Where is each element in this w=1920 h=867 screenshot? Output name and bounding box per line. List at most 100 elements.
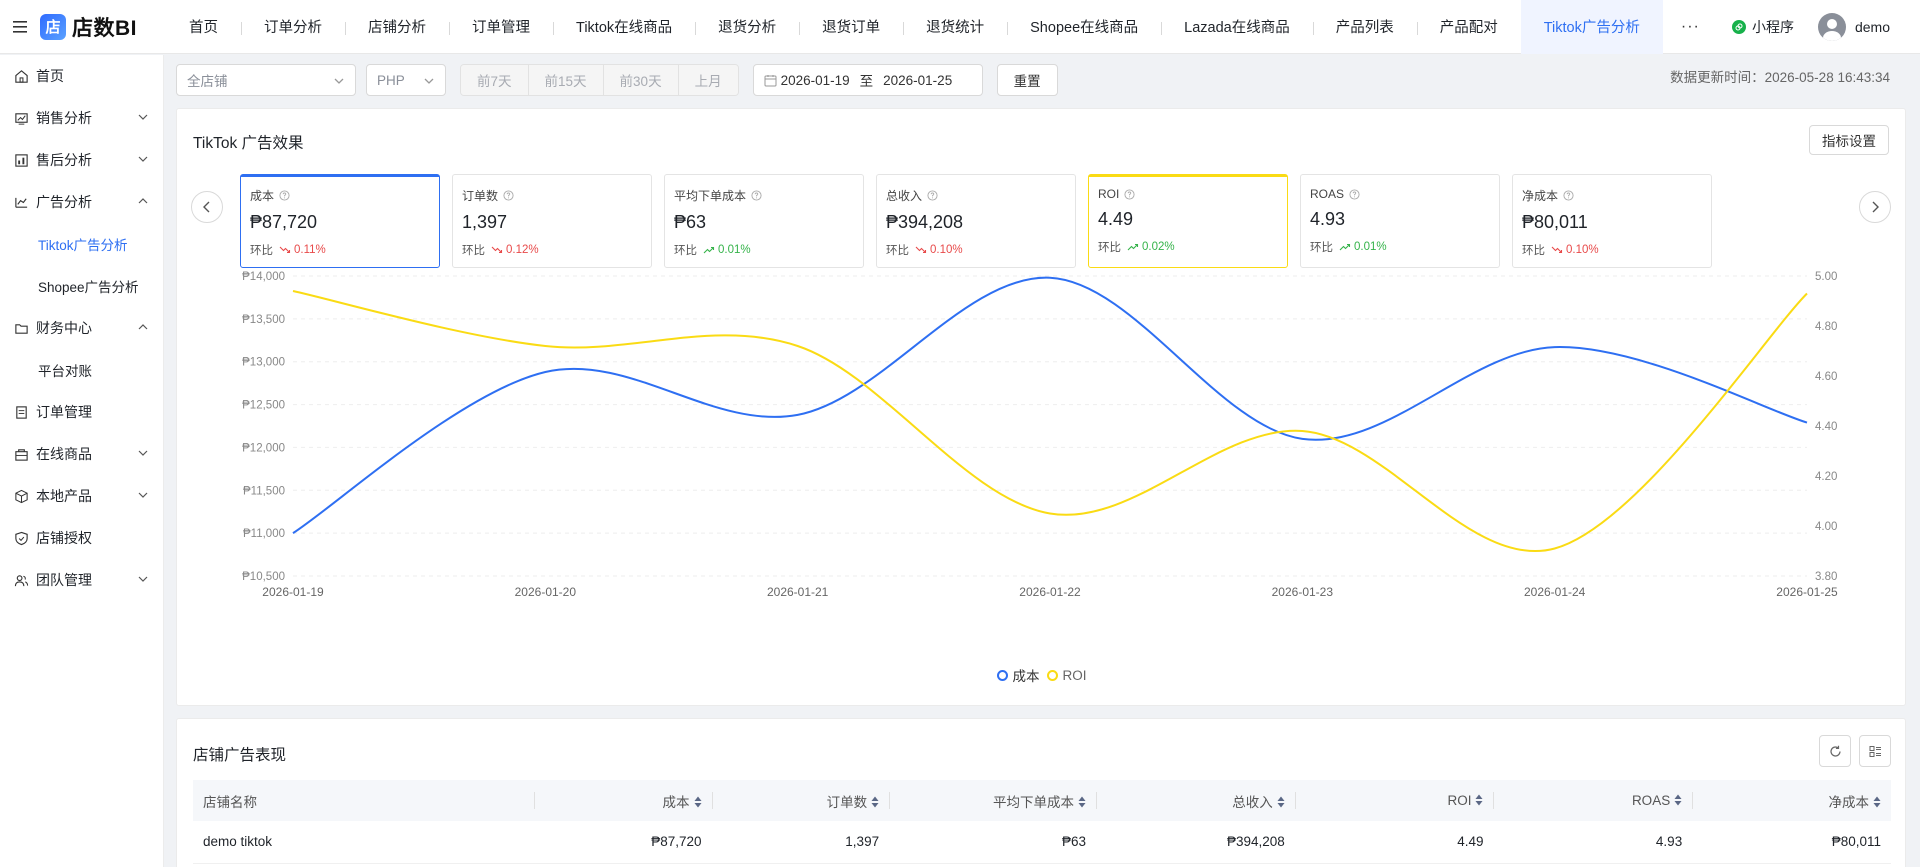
mini-program-button[interactable]: 小程序 (1731, 17, 1794, 37)
sidebar-item[interactable]: 首页 (0, 55, 163, 97)
help-icon[interactable] (1124, 188, 1135, 200)
ad-effect-title: TikTok 广告效果 (193, 135, 304, 152)
refresh-button[interactable] (1819, 735, 1851, 767)
kpi-card[interactable]: 总收入 ₱394,208 环比 0.10% (876, 174, 1076, 268)
nav-item[interactable]: 首页 (166, 0, 241, 54)
sidebar-item[interactable]: 订单管理 (0, 391, 163, 433)
kpi-card[interactable]: ROI 4.49 环比 0.02% (1088, 174, 1288, 268)
kpi-card[interactable]: 订单数 1,397 环比 0.12% (452, 174, 652, 268)
chevron-down-icon (424, 78, 434, 84)
table-header-cell[interactable]: 总收入 (1096, 780, 1295, 821)
nav-item[interactable]: 产品列表 (1312, 0, 1417, 54)
sidebar-item[interactable]: 本地产品 (0, 475, 163, 517)
sidebar-subitem[interactable]: 平台对账 (0, 349, 163, 391)
nav-more-button[interactable]: ··· (1663, 0, 1718, 54)
menu-toggle-icon[interactable] (0, 0, 40, 54)
metric-settings-button[interactable]: 指标设置 (1809, 125, 1889, 155)
help-icon[interactable] (503, 190, 514, 201)
y-left-tick-label: ₱13,000 (242, 357, 285, 369)
table-header-cell[interactable]: 成本 (534, 780, 712, 821)
nav-item[interactable]: Tiktok广告分析 (1520, 0, 1663, 54)
sidebar-item-label: 店铺授权 (36, 530, 92, 546)
kpi-label: 平均下单成本 (674, 189, 747, 203)
legend-label: 成本 (1012, 669, 1040, 684)
sort-icon[interactable] (1674, 794, 1682, 806)
nav-item[interactable]: 订单分析 (241, 0, 345, 54)
help-icon[interactable] (927, 190, 938, 201)
help-icon[interactable] (1563, 190, 1574, 201)
date-range-picker[interactable]: 2026-01-19 至 2026-01-25 (752, 64, 983, 96)
sort-icon[interactable] (694, 796, 702, 808)
quick-range-button[interactable]: 前30天 (603, 65, 679, 95)
series-line-roi[interactable] (292, 290, 1808, 552)
kpi-card[interactable]: ROAS 4.93 环比 0.01% (1300, 174, 1500, 268)
column-settings-button[interactable] (1859, 735, 1891, 767)
nav-item[interactable]: Shopee在线商品 (1007, 0, 1161, 54)
table-header-cell[interactable]: 订单数 (711, 780, 890, 821)
quick-range-button[interactable]: 前15天 (528, 65, 604, 95)
nav-item[interactable]: 退货分析 (695, 0, 799, 54)
kpi-card[interactable]: 净成本 ₱80,011 环比 0.10% (1512, 174, 1712, 268)
kpi-prev-button[interactable] (191, 191, 223, 223)
series-line-cost[interactable] (292, 276, 1808, 534)
kpi-trend-label: 环比 (462, 245, 485, 257)
sort-icon[interactable] (1873, 796, 1881, 808)
logo[interactable]: 店 店数BI (40, 12, 164, 42)
table-header-cell[interactable]: ROI (1294, 780, 1494, 821)
x-tick-label: 2026-01-20 (515, 585, 577, 599)
nav-item[interactable]: Lazada在线商品 (1161, 0, 1313, 54)
x-tick-label: 2026-01-19 (262, 585, 324, 599)
sidebar-item[interactable]: 广告分析 (0, 181, 163, 223)
sort-icon[interactable] (1277, 796, 1285, 808)
help-icon[interactable] (279, 190, 290, 201)
currency-select[interactable]: PHP (366, 64, 446, 96)
sidebar-item[interactable]: 店铺授权 (0, 517, 163, 559)
reset-button[interactable]: 重置 (996, 64, 1058, 96)
kpi-change: 0.11% (294, 244, 326, 256)
sort-icon[interactable] (1475, 794, 1483, 806)
shop-ad-table: 店铺名称 成本 订单数 平均下单成本 总收入 ROI ROAS 净成本 demo tiktok… (193, 780, 1891, 864)
nav-item[interactable]: 退货订单 (799, 0, 903, 54)
chevron-down-icon (138, 492, 148, 498)
kpi-card[interactable]: 平均下单成本 ₱63 环比 0.01% (664, 174, 864, 268)
sidebar-item[interactable]: 销售分析 (0, 97, 163, 139)
legend-item[interactable]: 成本 (997, 665, 1039, 685)
kpi-trend: 环比 0.11% (250, 242, 431, 258)
sidebar-item[interactable]: 团队管理 (0, 559, 163, 601)
legend-item[interactable]: ROI (1047, 665, 1087, 685)
quick-range-button[interactable]: 前7天 (461, 65, 529, 95)
user-menu[interactable]: demo (1817, 13, 1890, 41)
sidebar-item[interactable]: 在线商品 (0, 433, 163, 475)
chart-legend: 成本 ROI (177, 665, 1907, 685)
table-row[interactable]: demo tiktok ₱87,720 1,397 ₱63 ₱394,208 4.49 4.… (193, 821, 1891, 864)
nav-item[interactable]: 退货统计 (903, 0, 1007, 54)
kpi-value: 1,397 (462, 212, 508, 232)
y-right-tick-label: 4.60 (1815, 371, 1837, 383)
mini-program-label: 小程序 (1751, 19, 1794, 35)
nav-item[interactable]: Tiktok在线商品 (553, 0, 695, 54)
help-icon[interactable] (1349, 188, 1360, 200)
kpi-next-button[interactable] (1859, 191, 1891, 223)
nav-item[interactable]: 店铺分析 (345, 0, 449, 54)
table-header-cell[interactable]: 平均下单成本 (889, 780, 1097, 821)
sidebar-item[interactable]: 售后分析 (0, 139, 163, 181)
table-header-row: 店铺名称 成本 订单数 平均下单成本 总收入 ROI ROAS 净成本 (193, 780, 1891, 821)
kpi-card[interactable]: 成本 ₱87,720 环比 0.11% (240, 174, 440, 268)
sort-icon[interactable] (1078, 796, 1086, 808)
date-separator: 至 (859, 74, 874, 89)
shop-select[interactable]: 全店铺 (176, 64, 356, 96)
nav-item[interactable]: 订单管理 (449, 0, 553, 54)
sort-icon[interactable] (871, 796, 879, 808)
table-header-cell[interactable]: 净成本 (1692, 780, 1891, 821)
mini-program-icon (1731, 20, 1746, 34)
logo-text: 店数BI (72, 16, 137, 40)
kpi-trend: 环比 0.10% (1522, 242, 1703, 258)
nav-item[interactable]: 产品配对 (1416, 0, 1521, 54)
table-header-cell[interactable]: ROAS (1493, 780, 1693, 821)
sidebar-subitem[interactable]: Tiktok广告分析 (0, 223, 163, 265)
sales-icon (13, 110, 29, 126)
sidebar-subitem[interactable]: Shopee广告分析 (0, 265, 163, 307)
sidebar-item[interactable]: 财务中心 (0, 307, 163, 349)
help-icon[interactable] (751, 190, 762, 201)
quick-range-button[interactable]: 上月 (678, 65, 738, 95)
